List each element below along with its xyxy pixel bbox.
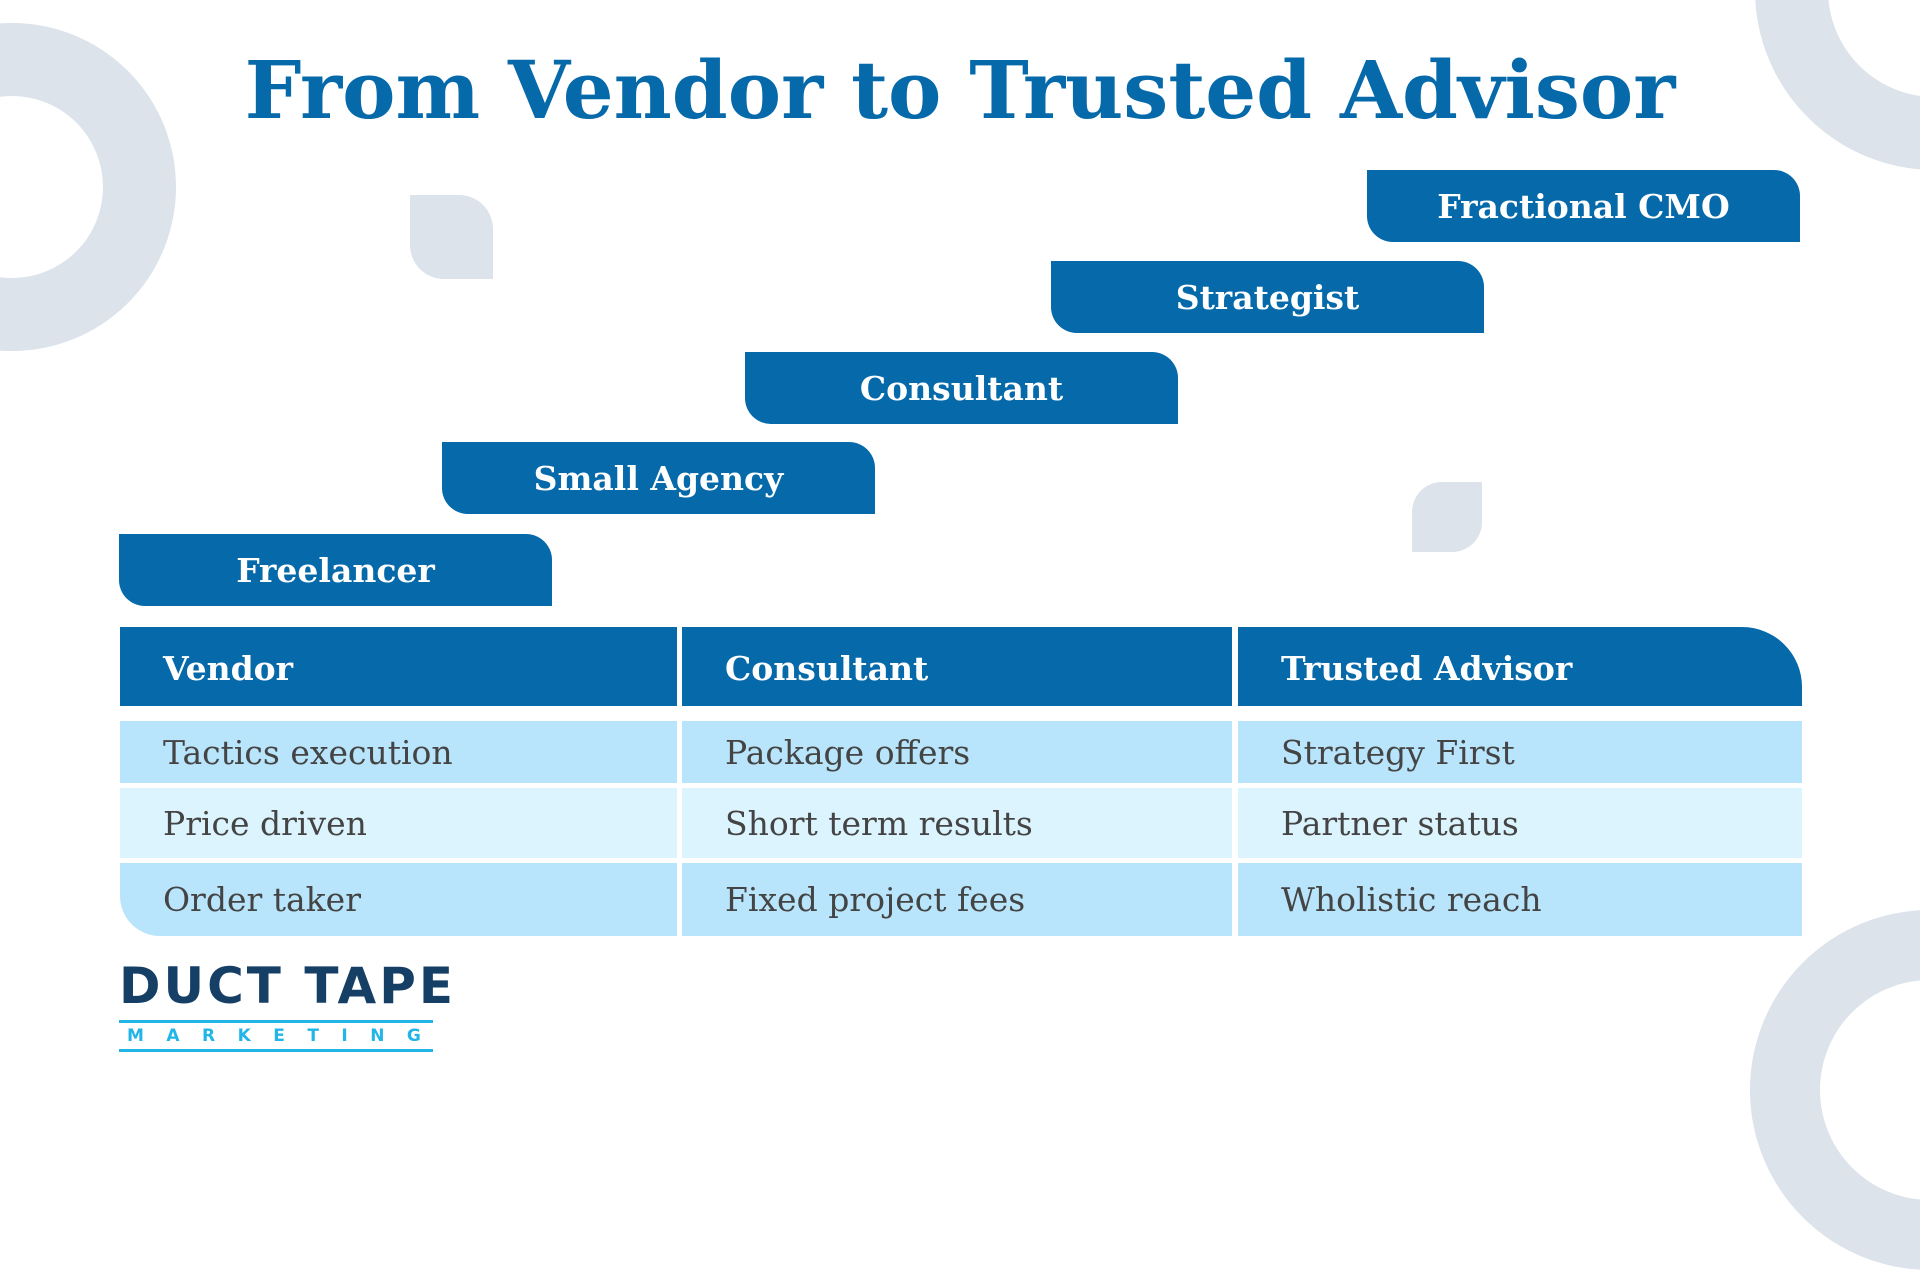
decorative-leaf-shape bbox=[1412, 482, 1482, 552]
logo-letter: R bbox=[202, 1026, 216, 1046]
logo-letter: N bbox=[370, 1026, 385, 1046]
table-header-trusted-advisor: Trusted Advisor bbox=[1238, 627, 1802, 706]
step-small-agency: Small Agency bbox=[442, 442, 875, 514]
table-cell: Package offers bbox=[682, 721, 1232, 783]
decorative-leaf-shape bbox=[410, 195, 493, 279]
step-fractional-cmo: Fractional CMO bbox=[1367, 170, 1800, 242]
logo-letter: E bbox=[273, 1026, 285, 1046]
logo-letter: I bbox=[341, 1026, 348, 1046]
table-cell: Strategy First bbox=[1238, 721, 1802, 783]
table-cell: Order taker bbox=[120, 863, 677, 936]
table-cell: Partner status bbox=[1238, 788, 1802, 858]
table-cell: Short term results bbox=[682, 788, 1232, 858]
logo-letter: G bbox=[406, 1026, 421, 1046]
logo-tagline: M A R K E T I N G bbox=[119, 1023, 433, 1049]
table-cell: Wholistic reach bbox=[1238, 863, 1802, 936]
table-header-vendor: Vendor bbox=[120, 627, 677, 706]
logo-letter: T bbox=[307, 1026, 319, 1046]
logo-letter: A bbox=[166, 1026, 180, 1046]
logo-wordmark: DUCT TAPE bbox=[119, 957, 457, 1015]
decorative-ring-bottom-right bbox=[1750, 910, 1920, 1270]
table-cell: Price driven bbox=[120, 788, 677, 858]
table-cell: Tactics execution bbox=[120, 721, 677, 783]
page-title: From Vendor to Trusted Advisor bbox=[244, 43, 1676, 137]
step-freelancer: Freelancer bbox=[119, 534, 552, 606]
logo-divider bbox=[119, 1049, 433, 1052]
logo-letter: K bbox=[237, 1026, 251, 1046]
step-consultant: Consultant bbox=[745, 352, 1178, 424]
table-cell: Fixed project fees bbox=[682, 863, 1232, 936]
table-header-consultant: Consultant bbox=[682, 627, 1232, 706]
comparison-table: Vendor Consultant Trusted Advisor Tactic… bbox=[120, 627, 1802, 936]
logo-letter: M bbox=[127, 1026, 144, 1046]
step-strategist: Strategist bbox=[1051, 261, 1484, 333]
duct-tape-marketing-logo: DUCT TAPE M A R K E T I N G bbox=[119, 957, 457, 1052]
